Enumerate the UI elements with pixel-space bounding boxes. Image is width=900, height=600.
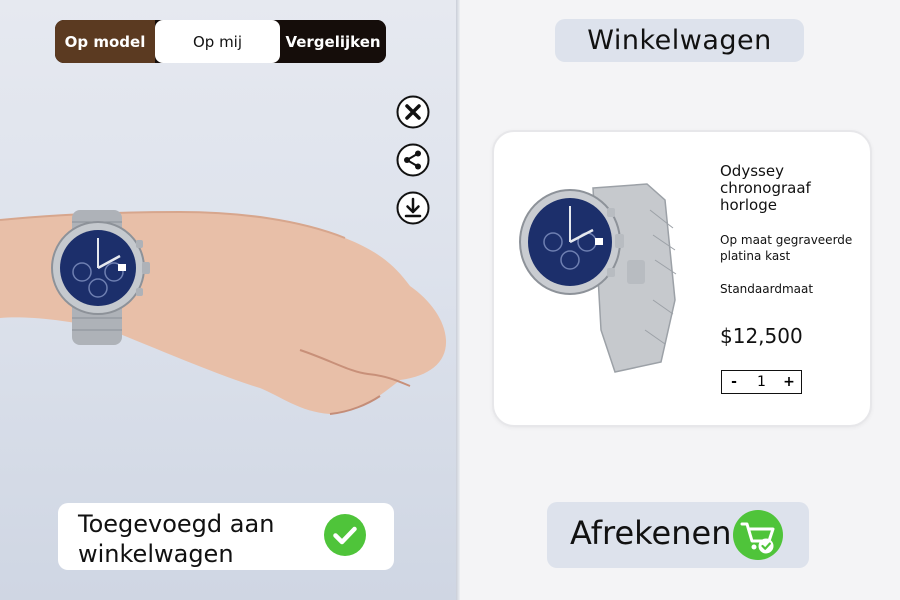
product-description: Op maat gegraveerde platina kast [720,233,853,263]
product-size: Standaardmaat [720,282,814,296]
checkout-label: Afrekenen [570,514,732,552]
check-icon [324,514,366,556]
share-icon[interactable] [396,143,430,177]
wrist-with-watch-image [0,210,447,415]
cart-title: Winkelwagen [555,19,804,62]
product-price: $12,500 [720,324,803,348]
try-on-panel: Op model Op mij Vergelijken Toegevoegd a… [0,0,456,600]
quantity-value[interactable]: 1 [748,374,776,390]
tab-op-model[interactable]: Op model [55,20,155,63]
tab-op-mij[interactable]: Op mij [155,20,280,63]
toast-message: Toegevoegd aan winkelwagen [78,510,275,568]
download-icon[interactable] [396,191,430,225]
product-name[interactable]: Odyssey chronograaf horloge [720,163,840,214]
close-icon[interactable] [396,95,430,129]
checkout-button[interactable]: Afrekenen [547,502,809,568]
view-mode-switch: Op model Op mij Vergelijken [55,20,386,63]
quantity-decrease-button[interactable]: - [722,371,746,393]
tab-vergelijken[interactable]: Vergelijken [280,20,386,63]
quantity-increase-button[interactable]: + [777,371,801,393]
product-image [519,183,677,373]
cart-check-icon [733,510,783,560]
quantity-stepper: - 1 + [721,370,802,394]
